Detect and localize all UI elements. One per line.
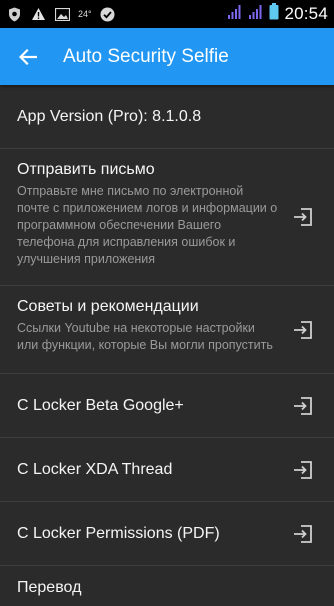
open-in-icon	[292, 523, 314, 545]
shield-icon	[6, 6, 22, 22]
open-in-icon	[292, 206, 314, 228]
item-title: C Locker XDA Thread	[17, 460, 173, 478]
item-title: C Locker Permissions (PDF)	[17, 524, 220, 542]
list-item-xda-thread[interactable]: C Locker XDA Thread	[0, 438, 334, 502]
list-item-permissions-pdf[interactable]: C Locker Permissions (PDF)	[0, 502, 334, 566]
battery-icon	[269, 3, 279, 25]
item-title: C Locker Beta Google+	[17, 396, 184, 414]
clock: 20:54	[284, 4, 328, 23]
item-subtitle: Отправьте мне письмо по электронной почт…	[17, 184, 278, 266]
item-title: Советы и рекомендации	[17, 298, 199, 315]
list-item-app-version: App Version (Pro): 8.1.0.8	[0, 85, 334, 149]
list-item-tips[interactable]: Советы и рекомендации Ссылки Youtube на …	[0, 286, 334, 374]
open-in-icon	[292, 395, 314, 417]
check-circle-icon	[100, 6, 116, 22]
app-bar: Auto Security Selfie	[0, 28, 334, 85]
list-item-send-email[interactable]: Отправить письмо Отправьте мне письмо по…	[0, 149, 334, 286]
open-in-icon	[292, 459, 314, 481]
status-bar: 24° 20:54	[0, 0, 334, 28]
wifi-signal-icon	[227, 4, 243, 24]
arrow-back-icon[interactable]	[16, 45, 40, 69]
item-title: App Version (Pro): 8.1.0.8	[17, 107, 202, 125]
item-title: Перевод	[17, 579, 82, 596]
item-title: Отправить письмо	[17, 161, 155, 178]
list-item-translation[interactable]: Перевод	[0, 566, 334, 606]
settings-list: App Version (Pro): 8.1.0.8 Отправить пис…	[0, 85, 334, 606]
open-in-icon	[292, 319, 314, 341]
image-icon	[54, 6, 70, 22]
list-item-beta-google-plus[interactable]: C Locker Beta Google+	[0, 374, 334, 438]
cell-signal-icon	[248, 4, 264, 24]
page-title: Auto Security Selfie	[63, 45, 229, 67]
item-subtitle: Ссылки Youtube на некоторые настройки ил…	[17, 321, 273, 352]
warning-icon	[30, 6, 46, 22]
temperature-text: 24°	[78, 9, 92, 19]
